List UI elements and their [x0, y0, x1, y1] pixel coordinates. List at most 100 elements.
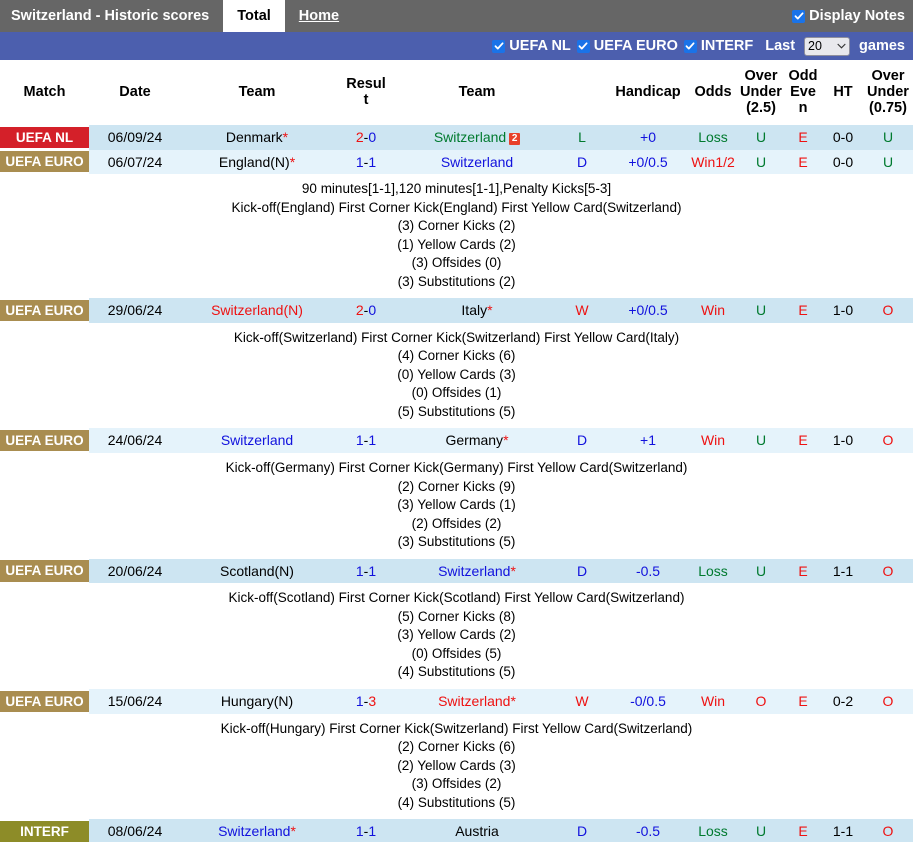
- away-team[interactable]: Switzerland*: [399, 689, 555, 714]
- half-time-score: 0-0: [823, 125, 863, 150]
- away-team[interactable]: Germany*: [399, 428, 555, 453]
- display-notes-toggle[interactable]: Display Notes: [792, 0, 913, 32]
- games-count-value: 20: [808, 39, 837, 53]
- filter-uefa-nl[interactable]: UEFA NL: [492, 38, 571, 54]
- away-team[interactable]: Switzerland*: [399, 559, 555, 584]
- col-over-under-25[interactable]: Over Under (2.5): [739, 60, 783, 125]
- col-ht[interactable]: HT: [823, 60, 863, 125]
- note-line: (4) Substitutions (5): [0, 794, 913, 812]
- away-team[interactable]: Austria: [399, 819, 555, 842]
- note-line: (0) Offsides (5): [0, 645, 913, 663]
- competition-cell[interactable]: UEFA EURO: [0, 150, 89, 175]
- odds-value: Win: [687, 298, 739, 323]
- note-line: (1) Yellow Cards (2): [0, 236, 913, 254]
- win-draw-loss: D: [555, 428, 609, 453]
- col-odd-even[interactable]: Odd Eve n: [783, 60, 823, 125]
- filter-uefa-euro[interactable]: UEFA EURO: [577, 38, 678, 54]
- tab-home[interactable]: Home: [285, 0, 353, 32]
- competition-badge: UEFA EURO: [0, 151, 89, 172]
- note-line: (4) Substitutions (5): [0, 663, 913, 681]
- away-star-icon: *: [510, 693, 515, 709]
- competition-cell[interactable]: UEFA EURO: [0, 559, 89, 584]
- table-row[interactable]: UEFA EURO 20/06/24 Scotland(N) 1-1 Switz…: [0, 559, 913, 584]
- note-line: (3) Corner Kicks (2): [0, 217, 913, 235]
- odds-value: Loss: [687, 125, 739, 150]
- match-result: 2-0: [333, 125, 399, 150]
- match-notes-row: Kick-off(Switzerland) First Corner Kick(…: [0, 323, 913, 428]
- home-team[interactable]: Switzerland*: [181, 819, 333, 842]
- odd-even-value: E: [783, 689, 823, 714]
- competition-cell[interactable]: UEFA NL: [0, 125, 89, 150]
- away-team[interactable]: Italy*: [399, 298, 555, 323]
- note-line: Kick-off(England) First Corner Kick(Engl…: [0, 199, 913, 217]
- col-team-away[interactable]: Team: [399, 60, 555, 125]
- competition-badge: UEFA NL: [0, 127, 89, 148]
- table-row[interactable]: UEFA EURO 24/06/24 Switzerland 1-1 Germa…: [0, 428, 913, 453]
- table-row[interactable]: UEFA EURO 06/07/24 England(N)* 1-1 Switz…: [0, 150, 913, 175]
- over-under-25-value: U: [739, 559, 783, 584]
- table-row[interactable]: UEFA EURO 15/06/24 Hungary(N) 1-3 Switze…: [0, 689, 913, 714]
- competition-badge: UEFA EURO: [0, 430, 89, 451]
- match-result: 1-1: [333, 428, 399, 453]
- matches-table: Match Date Team Resul t Team Handicap Od…: [0, 60, 913, 842]
- over-under-25-value: U: [739, 150, 783, 175]
- odds-value: Win1/2: [687, 150, 739, 175]
- odds-value: Win: [687, 428, 739, 453]
- handicap-value: -0.5: [609, 819, 687, 842]
- note-line: 90 minutes[1-1],120 minutes[1-1],Penalty…: [0, 180, 913, 198]
- competition-badge: UEFA EURO: [0, 560, 89, 581]
- competition-cell[interactable]: INTERF: [0, 819, 89, 842]
- uefa-euro-checkbox[interactable]: [577, 40, 590, 53]
- note-line: (2) Offsides (2): [0, 515, 913, 533]
- home-team[interactable]: Switzerland(N): [181, 298, 333, 323]
- competition-badge: UEFA EURO: [0, 691, 89, 712]
- match-result: 2-0: [333, 298, 399, 323]
- home-team[interactable]: England(N)*: [181, 150, 333, 175]
- odds-value: Loss: [687, 559, 739, 584]
- page-root: Switzerland - Historic scores Total Home…: [0, 0, 913, 842]
- note-line: (4) Corner Kicks (6): [0, 347, 913, 365]
- col-odds[interactable]: Odds: [687, 60, 739, 125]
- table-row[interactable]: UEFA NL 06/09/24 Denmark* 2-0 Switzerlan…: [0, 125, 913, 150]
- uefa-nl-checkbox[interactable]: [492, 40, 505, 53]
- handicap-value: -0/0.5: [609, 689, 687, 714]
- interf-checkbox[interactable]: [684, 40, 697, 53]
- over-under-25-value: U: [739, 428, 783, 453]
- away-team[interactable]: Switzerland: [399, 150, 555, 175]
- tab-total[interactable]: Total: [223, 0, 285, 32]
- away-team[interactable]: Switzerland2: [399, 125, 555, 150]
- home-team[interactable]: Switzerland: [181, 428, 333, 453]
- competition-cell[interactable]: UEFA EURO: [0, 298, 89, 323]
- win-draw-loss: D: [555, 150, 609, 175]
- ou25-line1: Over: [744, 68, 777, 84]
- uefa-euro-label: UEFA EURO: [594, 38, 678, 54]
- col-date[interactable]: Date: [89, 60, 181, 125]
- table-row[interactable]: INTERF 08/06/24 Switzerland* 1-1 Austria…: [0, 819, 913, 842]
- match-date: 29/06/24: [89, 298, 181, 323]
- home-team[interactable]: Hungary(N): [181, 689, 333, 714]
- uefa-nl-label: UEFA NL: [509, 38, 571, 54]
- oddeven-line2: Eve: [790, 84, 816, 100]
- home-team[interactable]: Denmark*: [181, 125, 333, 150]
- match-result: 1-1: [333, 819, 399, 842]
- col-result[interactable]: Resul t: [333, 60, 399, 125]
- over-under-075-value: O: [863, 428, 913, 453]
- home-team[interactable]: Scotland(N): [181, 559, 333, 584]
- note-line: (3) Yellow Cards (2): [0, 626, 913, 644]
- col-match[interactable]: Match: [0, 60, 89, 125]
- col-result-line1: Resul: [346, 76, 386, 92]
- competition-cell[interactable]: UEFA EURO: [0, 428, 89, 453]
- games-count-select[interactable]: 20: [804, 37, 850, 56]
- table-row[interactable]: UEFA EURO 29/06/24 Switzerland(N) 2-0 It…: [0, 298, 913, 323]
- interf-label: INTERF: [701, 38, 753, 54]
- col-team-home[interactable]: Team: [181, 60, 333, 125]
- note-line: (0) Yellow Cards (3): [0, 366, 913, 384]
- filter-interf[interactable]: INTERF: [684, 38, 753, 54]
- over-under-25-value: U: [739, 819, 783, 842]
- col-handicap[interactable]: Handicap: [609, 60, 687, 125]
- ou25-line2: Under: [740, 84, 782, 100]
- match-notes-row: Kick-off(Germany) First Corner Kick(Germ…: [0, 453, 913, 558]
- competition-cell[interactable]: UEFA EURO: [0, 689, 89, 714]
- display-notes-checkbox[interactable]: [792, 10, 805, 23]
- col-over-under-075[interactable]: Over Under (0.75): [863, 60, 913, 125]
